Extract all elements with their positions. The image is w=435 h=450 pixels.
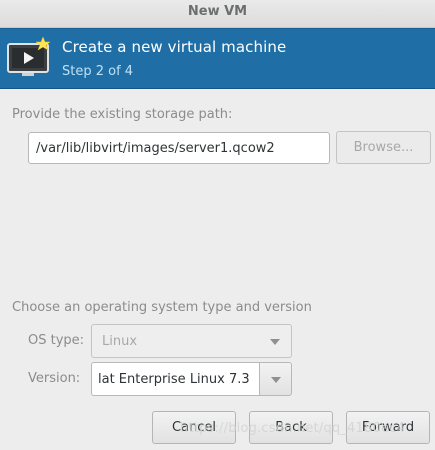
wizard-header-banner: Create a new virtual machine Step 2 of 4 [0, 28, 435, 89]
new-vm-window: New VM Create a new virtual machine Step… [0, 0, 435, 450]
os-type-value: Linux [102, 334, 138, 349]
watermark-text: https://blog.csdn.net/qq_4180ec4 [180, 421, 405, 436]
os-type-select[interactable]: Linux [91, 324, 292, 358]
os-section-label: Choose an operating system type and vers… [12, 300, 312, 315]
version-label: Version: [28, 371, 81, 386]
vm-monitor-play-icon [7, 37, 51, 76]
wizard-heading: Create a new virtual machine [62, 38, 287, 56]
os-type-label: OS type: [28, 333, 85, 348]
chevron-down-icon [270, 339, 280, 345]
version-input[interactable]: lat Enterprise Linux 7.3 [91, 362, 259, 396]
version-dropdown-button[interactable] [259, 362, 292, 396]
storage-path-input[interactable]: /var/lib/libvirt/images/server1.qcow2 [28, 132, 330, 164]
storage-path-label: Provide the existing storage path: [12, 107, 233, 122]
title-bar[interactable]: New VM [0, 0, 435, 28]
window-title: New VM [187, 4, 248, 19]
wizard-step-indicator: Step 2 of 4 [62, 64, 134, 79]
browse-button[interactable]: Browse... [336, 131, 431, 164]
chevron-down-icon [271, 377, 281, 383]
